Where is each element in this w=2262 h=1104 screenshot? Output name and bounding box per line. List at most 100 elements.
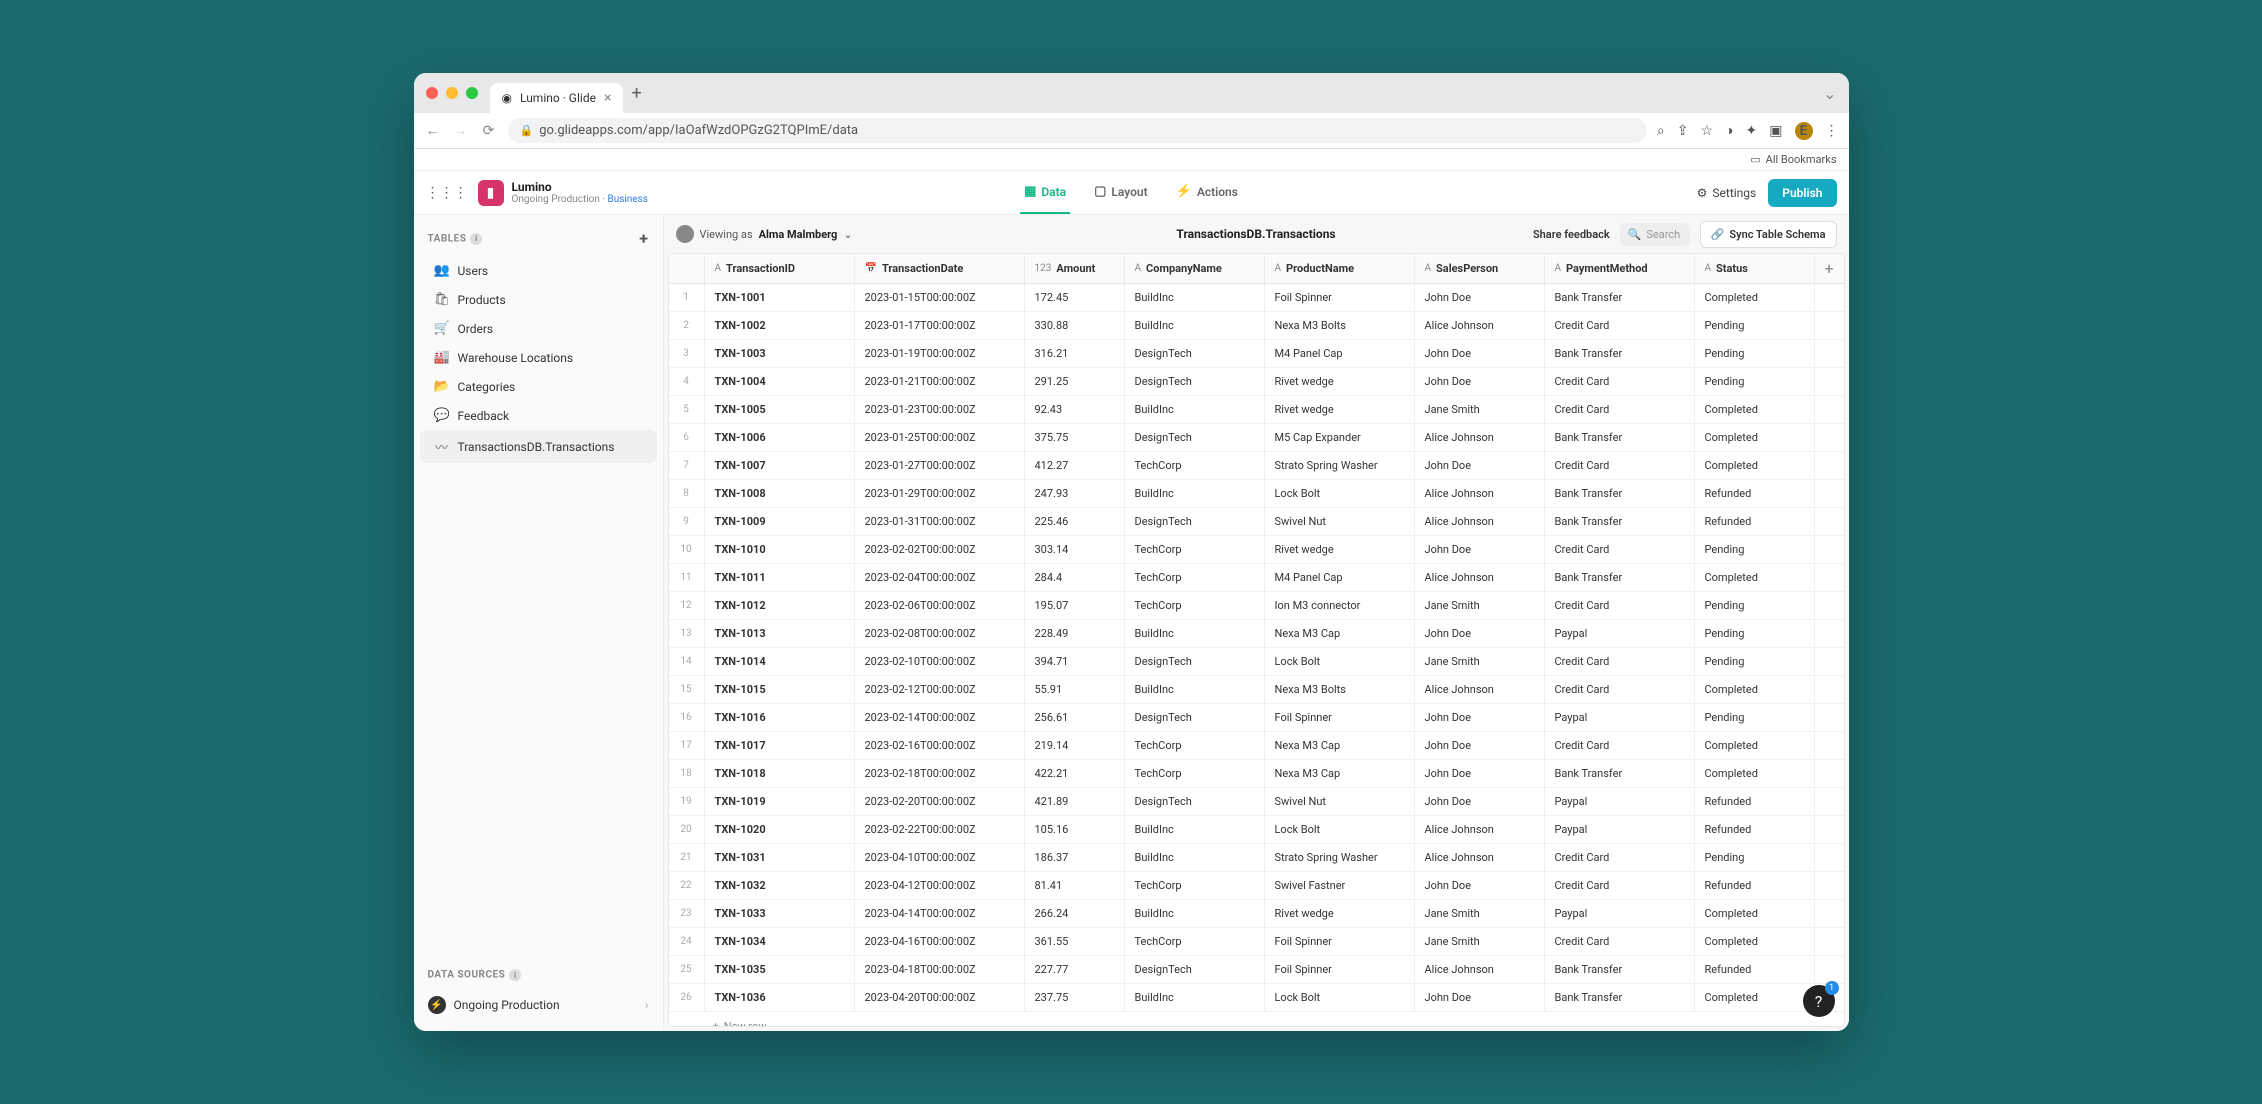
cell[interactable]: 2023-02-14T00:00:00Z: [855, 704, 1025, 731]
cell[interactable]: TXN-1031: [705, 844, 855, 871]
cell[interactable]: Completed: [1695, 452, 1815, 479]
cell[interactable]: John Doe: [1415, 984, 1545, 1011]
cell[interactable]: 2023-01-25T00:00:00Z: [855, 424, 1025, 451]
cell[interactable]: Nexa M3 Bolts: [1265, 676, 1415, 703]
info-icon[interactable]: i: [470, 233, 482, 245]
cell[interactable]: Credit Card: [1545, 732, 1695, 759]
cell[interactable]: Completed: [1695, 284, 1815, 311]
cell[interactable]: Alice Johnson: [1415, 424, 1545, 451]
cell[interactable]: Alice Johnson: [1415, 312, 1545, 339]
cell[interactable]: Pending: [1695, 620, 1815, 647]
cell[interactable]: 2023-02-06T00:00:00Z: [855, 592, 1025, 619]
close-icon[interactable]: [426, 87, 438, 99]
table-row[interactable]: 12TXN-10122023-02-06T00:00:00Z195.07Tech…: [669, 592, 1844, 620]
cell[interactable]: 421.89: [1025, 788, 1125, 815]
cell[interactable]: Credit Card: [1545, 844, 1695, 871]
profile-avatar[interactable]: E: [1795, 122, 1813, 140]
cell[interactable]: Bank Transfer: [1545, 424, 1695, 451]
sidebar-item-categories[interactable]: 📂Categories: [420, 372, 657, 401]
cell[interactable]: 92.43: [1025, 396, 1125, 423]
cell[interactable]: Pending: [1695, 340, 1815, 367]
table-row[interactable]: 24TXN-10342023-04-16T00:00:00Z361.55Tech…: [669, 928, 1844, 956]
cell[interactable]: 2023-01-19T00:00:00Z: [855, 340, 1025, 367]
cell[interactable]: Pending: [1695, 648, 1815, 675]
column-header-transactiondate[interactable]: 📅TransactionDate: [855, 254, 1025, 283]
column-header-transactionid[interactable]: ATransactionID: [705, 254, 855, 283]
datasource-item[interactable]: ⚡ Ongoing Production ›: [414, 989, 663, 1021]
cell[interactable]: Refunded: [1695, 872, 1815, 899]
table-row[interactable]: 7TXN-10072023-01-27T00:00:00Z412.27TechC…: [669, 452, 1844, 480]
cell[interactable]: TechCorp: [1125, 928, 1265, 955]
cell[interactable]: Swivel Nut: [1265, 508, 1415, 535]
cell[interactable]: Lock Bolt: [1265, 480, 1415, 507]
cell[interactable]: 2023-02-04T00:00:00Z: [855, 564, 1025, 591]
cell[interactable]: Nexa M3 Cap: [1265, 620, 1415, 647]
cell[interactable]: 316.21: [1025, 340, 1125, 367]
cell[interactable]: TechCorp: [1125, 592, 1265, 619]
cell[interactable]: Paypal: [1545, 816, 1695, 843]
cell[interactable]: 2023-02-08T00:00:00Z: [855, 620, 1025, 647]
cell[interactable]: 266.24: [1025, 900, 1125, 927]
cell[interactable]: 394.71: [1025, 648, 1125, 675]
tab-layout[interactable]: ▢Layout: [1090, 171, 1152, 214]
table-row[interactable]: 25TXN-10352023-04-18T00:00:00Z227.77Desi…: [669, 956, 1844, 984]
cell[interactable]: Paypal: [1545, 788, 1695, 815]
cell[interactable]: 2023-01-15T00:00:00Z: [855, 284, 1025, 311]
cell[interactable]: TXN-1033: [705, 900, 855, 927]
cell[interactable]: 2023-01-23T00:00:00Z: [855, 396, 1025, 423]
cell[interactable]: TXN-1036: [705, 984, 855, 1011]
cell[interactable]: Jane Smith: [1415, 900, 1545, 927]
column-header-salesperson[interactable]: ASalesPerson: [1415, 254, 1545, 283]
cell[interactable]: 2023-02-18T00:00:00Z: [855, 760, 1025, 787]
cell[interactable]: John Doe: [1415, 368, 1545, 395]
cell[interactable]: 412.27: [1025, 452, 1125, 479]
maximize-icon[interactable]: [466, 87, 478, 99]
cell[interactable]: 361.55: [1025, 928, 1125, 955]
cell[interactable]: 195.07: [1025, 592, 1125, 619]
cell[interactable]: TXN-1008: [705, 480, 855, 507]
cell[interactable]: 2023-01-27T00:00:00Z: [855, 452, 1025, 479]
cell[interactable]: Refunded: [1695, 480, 1815, 507]
cell[interactable]: John Doe: [1415, 872, 1545, 899]
cell[interactable]: TXN-1013: [705, 620, 855, 647]
cell[interactable]: Foil Spinner: [1265, 284, 1415, 311]
cell[interactable]: TXN-1034: [705, 928, 855, 955]
cell[interactable]: Foil Spinner: [1265, 956, 1415, 983]
cell[interactable]: Strato Spring Washer: [1265, 844, 1415, 871]
cell[interactable]: John Doe: [1415, 536, 1545, 563]
cell[interactable]: Alice Johnson: [1415, 844, 1545, 871]
table-row[interactable]: 15TXN-10152023-02-12T00:00:00Z55.91Build…: [669, 676, 1844, 704]
cell[interactable]: TXN-1020: [705, 816, 855, 843]
cell[interactable]: TechCorp: [1125, 872, 1265, 899]
cell[interactable]: 225.46: [1025, 508, 1125, 535]
cell[interactable]: John Doe: [1415, 788, 1545, 815]
cell[interactable]: Credit Card: [1545, 368, 1695, 395]
cell[interactable]: 2023-04-12T00:00:00Z: [855, 872, 1025, 899]
sync-schema-button[interactable]: 🔗 Sync Table Schema: [1700, 221, 1837, 248]
cell[interactable]: Lock Bolt: [1265, 984, 1415, 1011]
cell[interactable]: TXN-1019: [705, 788, 855, 815]
app-menu-icon[interactable]: ⋮⋮⋮: [426, 185, 468, 201]
cell[interactable]: Alice Johnson: [1415, 564, 1545, 591]
cell[interactable]: 2023-01-21T00:00:00Z: [855, 368, 1025, 395]
cell[interactable]: Completed: [1695, 424, 1815, 451]
publish-button[interactable]: Publish: [1768, 179, 1836, 207]
cell[interactable]: Lock Bolt: [1265, 648, 1415, 675]
viewing-as-selector[interactable]: Viewing as Alma Malmberg ⌄: [676, 225, 853, 243]
table-row[interactable]: 5TXN-10052023-01-23T00:00:00Z92.43BuildI…: [669, 396, 1844, 424]
table-row[interactable]: 20TXN-10202023-02-22T00:00:00Z105.16Buil…: [669, 816, 1844, 844]
cell[interactable]: 2023-01-31T00:00:00Z: [855, 508, 1025, 535]
cell[interactable]: Completed: [1695, 900, 1815, 927]
cell[interactable]: 2023-02-16T00:00:00Z: [855, 732, 1025, 759]
cell[interactable]: BuildInc: [1125, 312, 1265, 339]
cell[interactable]: Strato Spring Washer: [1265, 452, 1415, 479]
cell[interactable]: DesignTech: [1125, 956, 1265, 983]
cell[interactable]: 2023-02-10T00:00:00Z: [855, 648, 1025, 675]
cell[interactable]: TechCorp: [1125, 536, 1265, 563]
sidebar-item-transactionsdb-transactions[interactable]: 〰TransactionsDB.Transactions: [420, 430, 657, 463]
table-row[interactable]: 14TXN-10142023-02-10T00:00:00Z394.71Desi…: [669, 648, 1844, 676]
cell[interactable]: TXN-1002: [705, 312, 855, 339]
cell[interactable]: Pending: [1695, 368, 1815, 395]
cell[interactable]: TXN-1032: [705, 872, 855, 899]
cell[interactable]: John Doe: [1415, 284, 1545, 311]
